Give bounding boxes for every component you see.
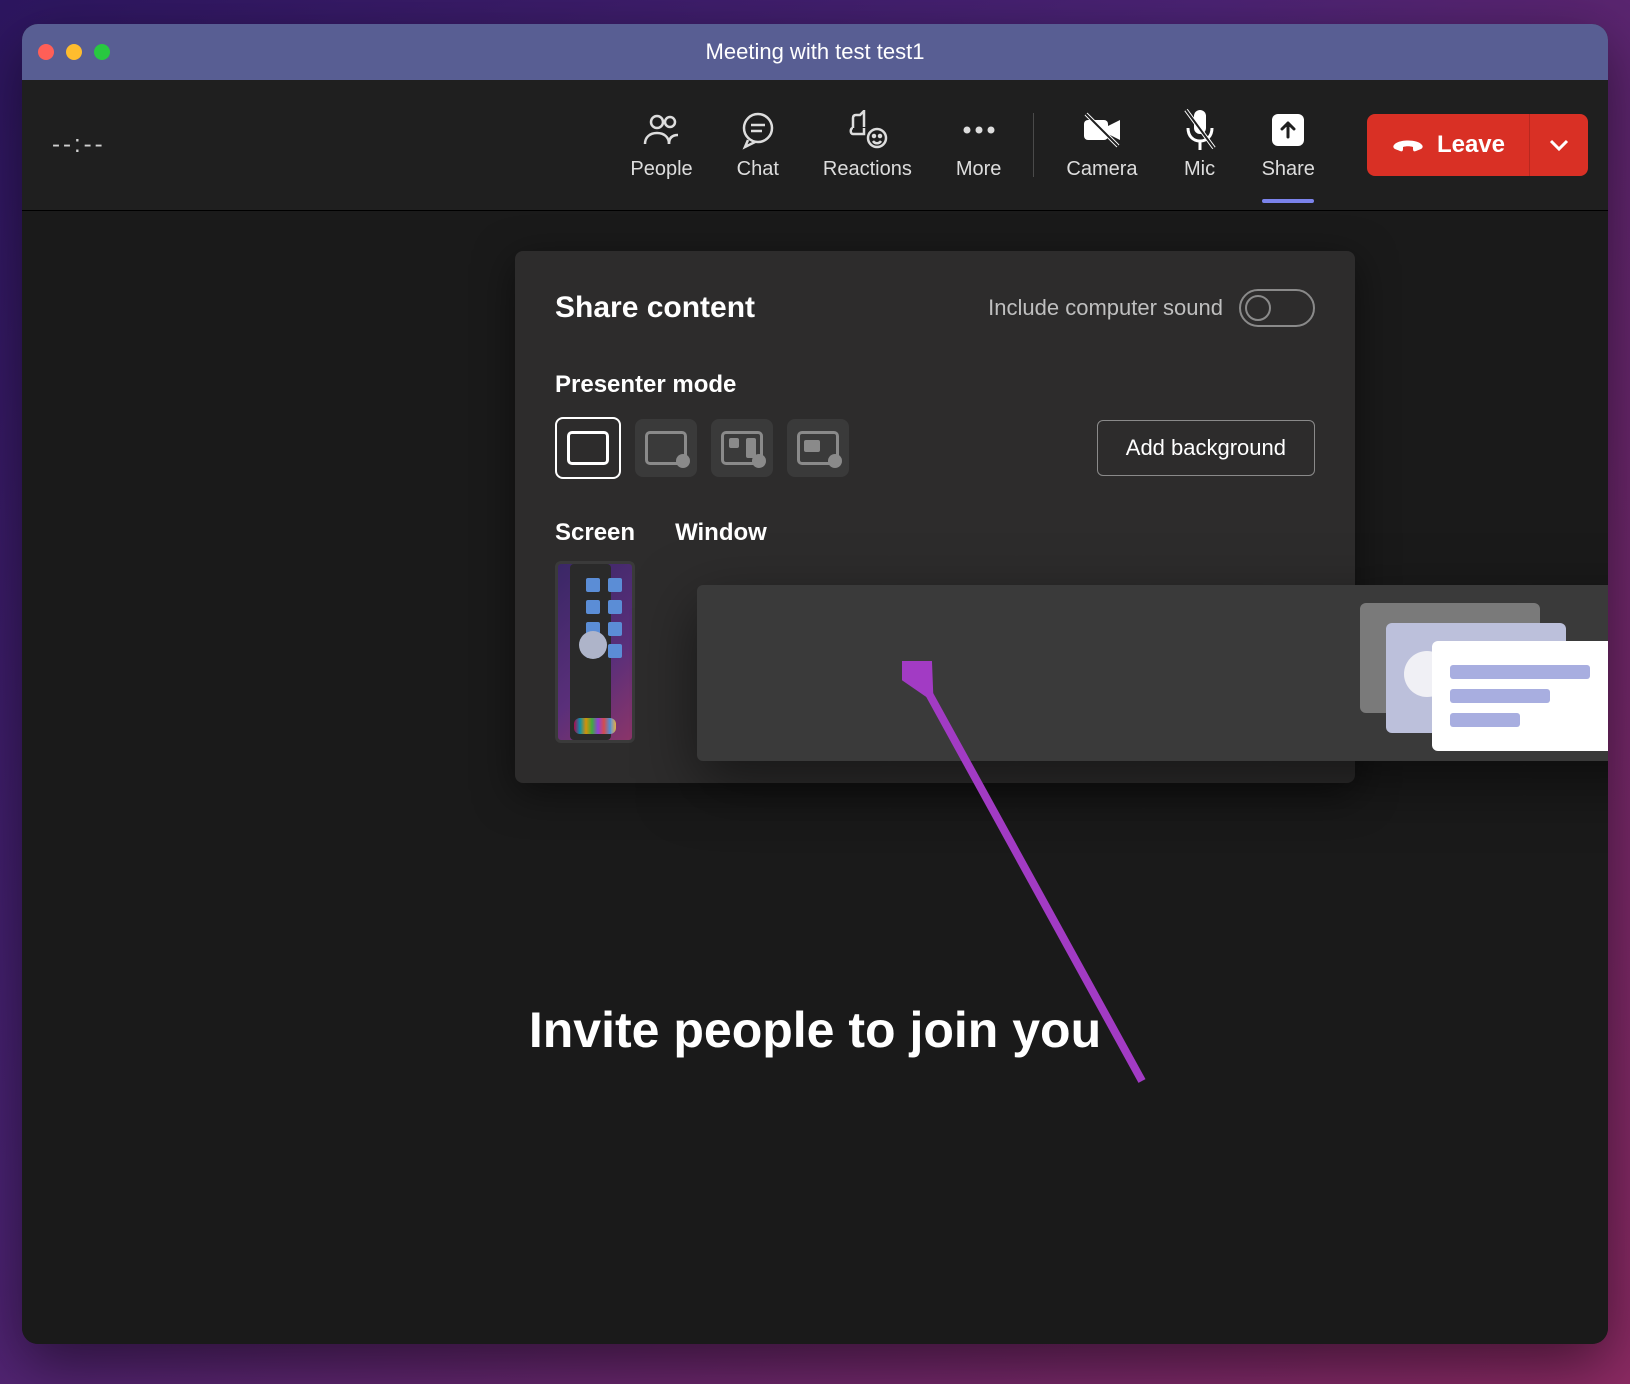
leave-button[interactable]: Leave	[1367, 114, 1529, 176]
share-panel-title: Share content	[555, 291, 755, 325]
meeting-stage: Invite people to join you Share content …	[22, 211, 1608, 1344]
camera-label: Camera	[1066, 158, 1137, 181]
maximize-window-button[interactable]	[94, 44, 110, 60]
leave-label: Leave	[1437, 131, 1505, 159]
people-button[interactable]: People	[630, 110, 692, 181]
titlebar: Meeting with test test1	[22, 24, 1608, 80]
presenter-mode-reporter[interactable]	[787, 419, 849, 477]
reactions-icon	[845, 110, 889, 150]
share-button[interactable]: Share	[1262, 110, 1315, 181]
hangup-icon	[1391, 133, 1425, 157]
meeting-timer: --:--	[52, 131, 106, 159]
close-window-button[interactable]	[38, 44, 54, 60]
minimize-window-button[interactable]	[66, 44, 82, 60]
reactions-button[interactable]: Reactions	[823, 110, 912, 181]
share-window-thumbnail[interactable]	[697, 585, 1608, 761]
chat-button[interactable]: Chat	[737, 110, 779, 181]
share-label: Share	[1262, 158, 1315, 181]
more-icon	[961, 110, 997, 150]
presenter-mode-heading: Presenter mode	[555, 371, 1315, 399]
frame-split-icon	[721, 431, 763, 465]
presenter-mode-side-by-side[interactable]	[711, 419, 773, 477]
share-screen-thumbnail[interactable]	[555, 561, 635, 743]
people-label: People	[630, 158, 692, 181]
reactions-label: Reactions	[823, 158, 912, 181]
chat-icon	[738, 110, 778, 150]
presenter-mode-content-only[interactable]	[555, 417, 621, 479]
dock-decoration	[574, 718, 616, 734]
mic-label: Mic	[1184, 158, 1215, 181]
more-label: More	[956, 158, 1002, 181]
chat-label: Chat	[737, 158, 779, 181]
chevron-down-icon	[1549, 138, 1569, 152]
presenter-mode-standout[interactable]	[635, 419, 697, 477]
people-icon	[642, 110, 682, 150]
toggle-knob	[1245, 295, 1271, 321]
window-title: Meeting with test test1	[22, 39, 1608, 65]
leave-button-group: Leave	[1367, 114, 1588, 176]
meeting-toolbar: --:-- People Chat	[22, 80, 1608, 211]
window-controls	[38, 44, 110, 60]
leave-options-button[interactable]	[1529, 114, 1588, 176]
camera-off-icon	[1080, 110, 1124, 150]
desktop-icons-decoration	[586, 578, 622, 658]
window-illustration	[1360, 603, 1608, 743]
frame-presenter-icon	[645, 431, 687, 465]
frame-icon	[567, 431, 609, 465]
include-sound-label: Include computer sound	[988, 295, 1223, 321]
app-window: Meeting with test test1 --:-- People	[22, 24, 1608, 1344]
frame-reporter-icon	[797, 431, 839, 465]
window-section-heading: Window	[675, 519, 1608, 547]
mic-button[interactable]: Mic	[1182, 110, 1218, 181]
share-icon	[1271, 110, 1305, 150]
camera-button[interactable]: Camera	[1066, 110, 1137, 181]
screen-section-heading: Screen	[555, 519, 635, 547]
mic-off-icon	[1182, 110, 1218, 150]
add-background-button[interactable]: Add background	[1097, 420, 1315, 476]
toolbar-separator	[1033, 113, 1034, 177]
more-button[interactable]: More	[956, 110, 1002, 181]
invite-message: Invite people to join you	[22, 1001, 1608, 1059]
share-content-panel: Share content Include computer sound Pre…	[515, 251, 1355, 783]
include-sound-toggle[interactable]	[1239, 289, 1315, 327]
share-active-indicator	[1262, 199, 1314, 203]
